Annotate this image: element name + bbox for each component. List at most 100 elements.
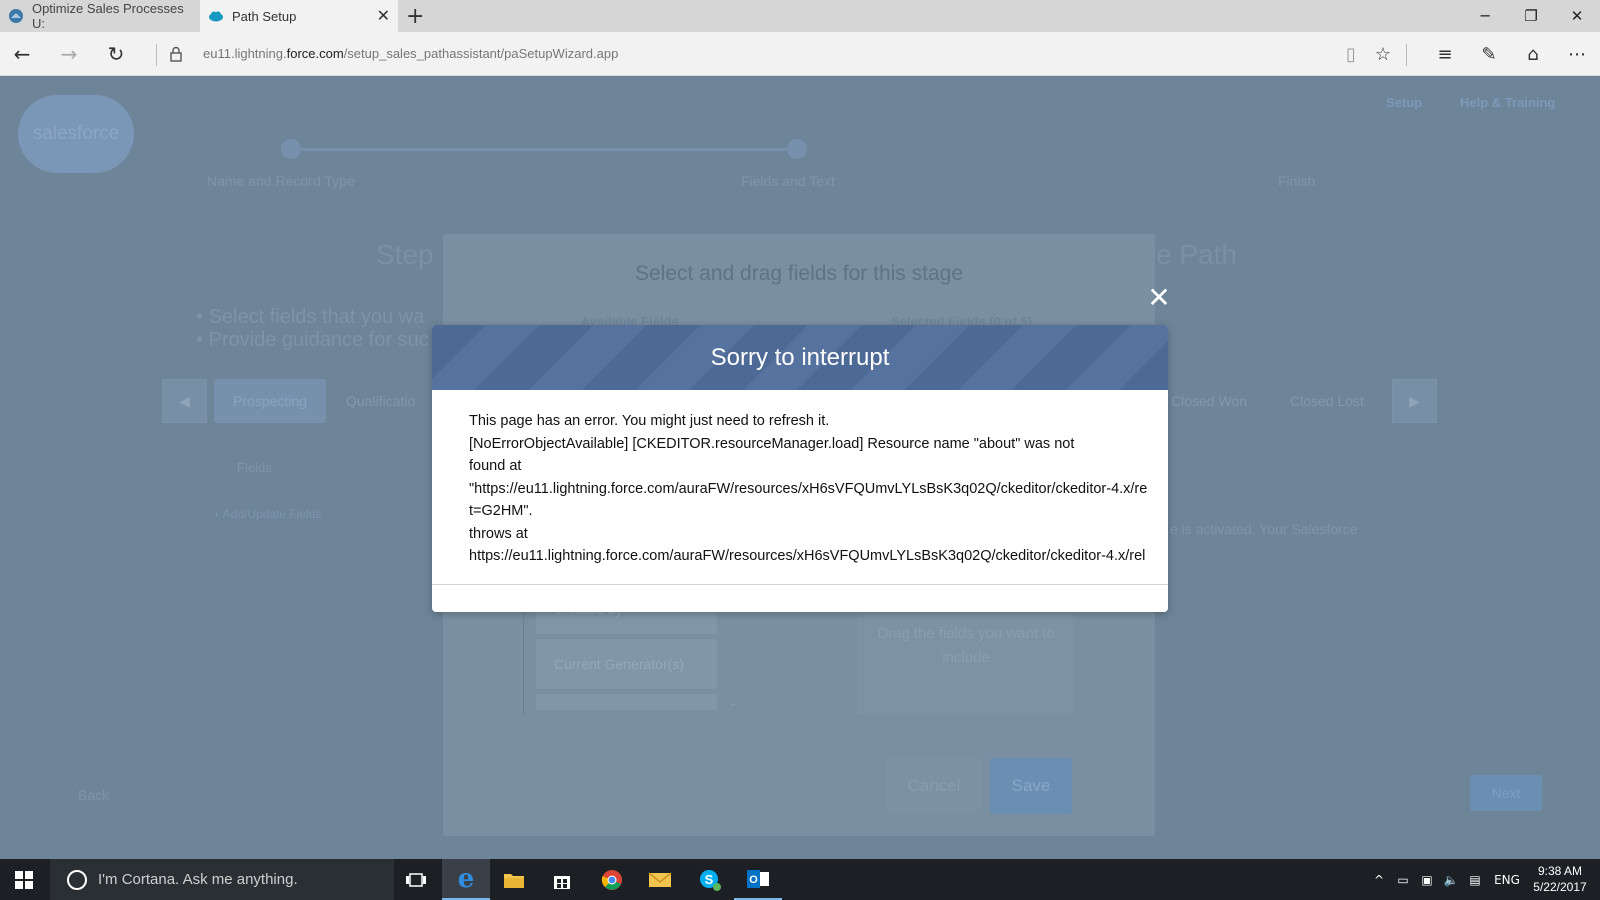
shopping-bag-icon bbox=[554, 875, 570, 889]
envelope-icon bbox=[648, 871, 672, 887]
step-heading-left: Step bbox=[376, 239, 434, 270]
minimize-icon[interactable]: ─ bbox=[1462, 0, 1508, 32]
task-view-glyph bbox=[406, 872, 426, 887]
help-link[interactable]: Help & Training bbox=[1460, 95, 1555, 110]
outlook-icon[interactable]: O bbox=[734, 859, 782, 900]
forward-arrow-icon[interactable]: → bbox=[52, 38, 86, 70]
dialog-header: Sorry to interrupt bbox=[432, 325, 1168, 390]
restore-icon[interactable]: ❐ bbox=[1508, 0, 1554, 32]
tab-label: Path Setup bbox=[232, 8, 297, 24]
error-line: found at bbox=[469, 458, 522, 474]
reading-view-icon[interactable]: ▯ bbox=[1334, 38, 1368, 70]
volume-icon[interactable]: 🔈 bbox=[1440, 859, 1462, 900]
language-indicator[interactable]: ENG bbox=[1490, 859, 1524, 900]
close-tab-icon[interactable]: ✕ bbox=[377, 6, 390, 26]
outlook-logo-icon: O bbox=[747, 869, 769, 888]
scroll-down-icon[interactable]: ⌄ bbox=[729, 698, 737, 709]
setup-link[interactable]: Setup bbox=[1386, 95, 1422, 110]
stage-closed-lost[interactable]: Closed Lost bbox=[1290, 393, 1364, 409]
error-dialog: Sorry to interrupt This page has an erro… bbox=[432, 325, 1168, 612]
start-button[interactable] bbox=[0, 859, 48, 900]
tab-bar: Optimize Sales Processes U: Path Setup ✕… bbox=[0, 0, 1600, 32]
field-item-partial[interactable] bbox=[536, 694, 717, 710]
step-label: Finish bbox=[1278, 173, 1316, 189]
action-center-icon[interactable]: ▤ bbox=[1464, 859, 1486, 900]
svg-text:O: O bbox=[749, 874, 758, 886]
divider bbox=[156, 44, 157, 66]
tab-label: Optimize Sales Processes U: bbox=[31, 1, 184, 31]
salesforce-cloud-icon bbox=[209, 11, 223, 22]
battery-icon[interactable]: ▭ bbox=[1392, 859, 1414, 900]
dialog-title: Sorry to interrupt bbox=[710, 343, 890, 371]
refresh-icon[interactable]: ↻ bbox=[99, 38, 133, 70]
bullet-2: • Provide guidance for suc bbox=[196, 329, 429, 351]
divider bbox=[1406, 44, 1407, 66]
dialog-footer-divider bbox=[432, 584, 1168, 585]
step-label: Fields and Text bbox=[741, 173, 835, 189]
skype-logo-icon: S bbox=[700, 869, 721, 891]
lock-icon bbox=[170, 46, 182, 62]
fields-label: Fields bbox=[237, 460, 272, 475]
address-bar: ← → ↻ eu11.lightning.force.com/setup_sal… bbox=[0, 32, 1600, 76]
stage-qualification[interactable]: Qualificatio bbox=[346, 393, 415, 409]
window-close-icon[interactable]: ✕ bbox=[1554, 0, 1600, 32]
clock-time: 9:38 AM bbox=[1537, 864, 1583, 878]
bullet-text: Select fields that you wa bbox=[208, 306, 425, 328]
activation-text: e is activated. Your Salesforce bbox=[1170, 521, 1358, 537]
error-line: "https://eu11.lightning.force.com/auraFW… bbox=[469, 480, 1148, 497]
field-item[interactable]: Current Generator(s) bbox=[536, 639, 717, 689]
back-arrow-icon[interactable]: ← bbox=[5, 38, 39, 70]
error-line: This page has an error. You might just n… bbox=[469, 413, 830, 429]
salesforce-logo: salesforce bbox=[18, 95, 134, 173]
back-button[interactable]: Back bbox=[78, 787, 109, 803]
file-explorer-icon[interactable] bbox=[490, 859, 538, 900]
task-view-icon[interactable] bbox=[392, 859, 440, 900]
url-domain: force.com bbox=[286, 46, 344, 61]
web-note-icon[interactable]: ✎ bbox=[1472, 38, 1506, 70]
cortana-icon bbox=[67, 869, 87, 890]
url-field[interactable]: eu11.lightning.force.com/setup_sales_pat… bbox=[203, 46, 618, 61]
error-line: [NoErrorObjectAvailable] [CKEDITOR.resou… bbox=[469, 435, 1075, 452]
windows-taskbar: I'm Cortana. Ask me anything. e S O ^ ▭ … bbox=[0, 859, 1600, 900]
browser-tab-path-setup[interactable]: Path Setup ✕ bbox=[200, 0, 398, 32]
logo-text: salesforce bbox=[32, 123, 120, 144]
tray-chevron-up-icon[interactable]: ^ bbox=[1370, 859, 1388, 900]
share-icon[interactable]: ⌂ bbox=[1516, 38, 1550, 70]
dialog-close-icon[interactable]: ✕ bbox=[1147, 281, 1171, 314]
hub-icon[interactable]: ≡ bbox=[1428, 38, 1462, 70]
edge-e-icon: e bbox=[457, 863, 475, 894]
error-line: t=G2HM". bbox=[469, 503, 533, 519]
bullet-text: Provide guidance for suc bbox=[208, 329, 429, 351]
favorite-star-icon[interactable]: ☆ bbox=[1366, 38, 1400, 70]
stage-prev-arrow-icon[interactable]: ◀ bbox=[162, 379, 207, 423]
mail-app-icon[interactable] bbox=[636, 859, 684, 900]
folder-icon bbox=[504, 873, 524, 888]
cortana-search-box[interactable]: I'm Cortana. Ask me anything. bbox=[50, 859, 394, 900]
edge-taskbar-icon[interactable]: e bbox=[442, 859, 490, 900]
more-icon[interactable]: ⋯ bbox=[1560, 38, 1594, 70]
new-tab-icon[interactable]: + bbox=[406, 4, 424, 29]
drop-zone[interactable]: Drag the fields you want to include bbox=[857, 604, 1075, 714]
save-button-dimmed[interactable]: Save bbox=[990, 758, 1072, 814]
stage-closed-won[interactable]: Closed Won bbox=[1171, 393, 1247, 409]
skype-icon[interactable]: S bbox=[686, 859, 734, 900]
add-fields-link[interactable]: + Add/Update Fields bbox=[213, 507, 321, 521]
stage-next-arrow-icon[interactable]: ▶ bbox=[1392, 379, 1437, 423]
error-line: throws at bbox=[469, 525, 528, 542]
store-icon[interactable] bbox=[538, 859, 586, 900]
field-modal-title: Select and drag fields for this stage bbox=[634, 262, 964, 285]
error-line: https://eu11.lightning.force.com/auraFW/… bbox=[469, 548, 1146, 564]
stepper-line bbox=[291, 148, 797, 151]
network-icon[interactable]: ▣ bbox=[1416, 859, 1438, 900]
chrome-icon[interactable] bbox=[588, 859, 636, 900]
stage-prospecting[interactable]: Prospecting bbox=[214, 379, 326, 423]
next-button[interactable]: Next bbox=[1470, 775, 1542, 811]
step-heading-right: e Path bbox=[1156, 239, 1237, 270]
cancel-button-dimmed[interactable]: Cancel bbox=[886, 758, 982, 814]
url-path: /setup_sales_pathassistant/paSetupWizard… bbox=[343, 46, 619, 61]
browser-tab-optimize[interactable]: Optimize Sales Processes U: bbox=[0, 0, 200, 32]
dialog-body: This page has an error. You might just n… bbox=[432, 390, 1168, 586]
bullet-1: • Select fields that you wa bbox=[196, 306, 425, 328]
clock-date: 5/22/2017 bbox=[1533, 880, 1587, 894]
taskbar-clock[interactable]: 9:38 AM 5/22/2017 bbox=[1527, 863, 1593, 895]
